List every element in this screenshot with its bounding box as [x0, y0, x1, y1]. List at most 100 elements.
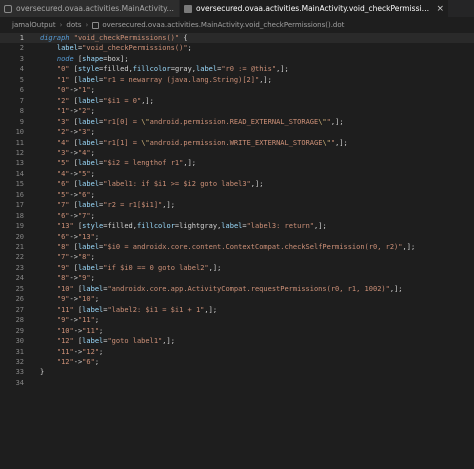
code-text: digraph "void_checkPermissions()" {	[40, 34, 188, 42]
code-line[interactable]: 15 "6" [label="label1: if $i1 >= $i2 got…	[0, 179, 474, 189]
code-line[interactable]: 32 "12"->"6";	[0, 357, 474, 367]
line-number: 14	[15, 169, 24, 178]
code-line[interactable]: 8 "1"->"2";	[0, 106, 474, 116]
line-number: 8	[19, 107, 24, 116]
editor-window: oversecured.ovaa.activities.MainActivity…	[0, 0, 474, 469]
line-number: 15	[15, 180, 24, 189]
code-line[interactable]: 10 "2"->"3";	[0, 127, 474, 137]
breadcrumb-item-file[interactable]: oversecured.ovaa.activities.MainActivity…	[102, 21, 344, 29]
code-line[interactable]: 13 "5" [label="$i2 = lengthof r1",];	[0, 158, 474, 168]
line-number: 24	[15, 274, 24, 283]
code-text: "3" [label="r1[0] = \"android.permission…	[56, 117, 344, 126]
code-text: }	[40, 368, 45, 377]
code-line[interactable]: 23 "9" [label="if $i0 == 0 goto label2",…	[0, 263, 474, 273]
code-line[interactable]: 24 "8"->"9";	[0, 273, 474, 283]
chevron-right-icon: ›	[59, 21, 63, 29]
code-line[interactable]: 11 "4" [label="r1[1] = \"android.permiss…	[0, 138, 474, 148]
code-line[interactable]: 26 "9"->"10";	[0, 294, 474, 304]
code-line[interactable]: 2 label="void_checkPermissions()";	[0, 43, 474, 53]
code-line[interactable]: 6 "0"->"1";	[0, 85, 474, 95]
code-line[interactable]: 31 "11"->"12";	[0, 347, 474, 357]
code-text: "1"->"2";	[56, 107, 95, 116]
code-text: "6" [label="label1: if $i1 >= $i2 goto l…	[56, 180, 264, 189]
code-line[interactable]: 1 digraph "void_checkPermissions()" {	[0, 33, 474, 43]
line-number: 33	[15, 368, 24, 377]
code-text: "5"->"6";	[56, 190, 95, 199]
code-line[interactable]: 25 "10" [label="androidx.core.app.Activi…	[0, 284, 474, 294]
line-number: 17	[15, 201, 24, 210]
code-text: "4" [label="r1[1] = \"android.permission…	[56, 138, 348, 147]
breadcrumb: jamalOutput › dots › oversecured.ovaa.ac…	[0, 19, 474, 31]
line-number: 19	[15, 222, 24, 231]
tab-bar-empty	[448, 0, 474, 17]
line-number: 5	[19, 75, 24, 84]
line-number: 1	[19, 34, 24, 42]
code-line[interactable]: 9 "3" [label="r1[0] = \"android.permissi…	[0, 117, 474, 127]
line-number: 16	[15, 190, 24, 199]
line-number: 34	[15, 378, 24, 387]
line-number: 29	[15, 326, 24, 335]
line-number: 31	[15, 347, 24, 356]
code-text: "0" [style=filled,fillcolor=gray,label="…	[56, 65, 289, 74]
breadcrumb-item-dots[interactable]: dots	[66, 21, 81, 29]
code-line[interactable]: 20 "6"->"13";	[0, 232, 474, 242]
line-number: 12	[15, 148, 24, 157]
code-editor[interactable]: 1 digraph "void_checkPermissions()" {2 la…	[0, 33, 474, 469]
code-text: "3"->"4";	[56, 148, 95, 157]
tab-dot-file[interactable]: oversecured.ovaa.activities.MainActivity…	[180, 0, 448, 17]
code-text: "8"->"9";	[56, 274, 95, 283]
code-line[interactable]: 28 "9"->"11";	[0, 315, 474, 325]
code-line[interactable]: 5 "1" [label="r1 = newarray (java.lang.S…	[0, 75, 474, 85]
code-line[interactable]: 3 node [shape=box];	[0, 54, 474, 64]
line-number: 30	[15, 337, 24, 346]
code-line[interactable]: 17 "7" [label="r2 = r1[$i1]",];	[0, 200, 474, 210]
code-line[interactable]: 12 "3"->"4";	[0, 148, 474, 158]
code-line[interactable]: 7 "2" [label="$i1 = 0",];	[0, 96, 474, 106]
tab-grimple-file[interactable]: oversecured.ovaa.activities.MainActivity…	[0, 0, 180, 17]
tab-label: oversecured.ovaa.activities.MainActivity…	[16, 4, 175, 13]
line-number: 6	[19, 86, 24, 95]
document-icon	[184, 4, 192, 13]
code-line[interactable]: 18 "6"->"7";	[0, 211, 474, 221]
line-number: 23	[15, 263, 24, 272]
code-line[interactable]: 21 "8" [label="$i0 = androidx.core.conte…	[0, 242, 474, 252]
line-number: 18	[15, 211, 24, 220]
code-line[interactable]: 4 "0" [style=filled,fillcolor=gray,label…	[0, 64, 474, 74]
code-text: "6"->"13";	[56, 232, 100, 241]
code-text: "4"->"5";	[56, 169, 95, 178]
code-text: node [shape=box];	[56, 54, 129, 63]
code-text: "7" [label="r2 = r1[$i1]",];	[56, 201, 175, 210]
line-number: 11	[15, 138, 24, 147]
code-text: "9"->"11";	[56, 316, 100, 325]
line-number: 9	[19, 117, 24, 126]
chevron-right-icon: ›	[85, 21, 89, 29]
line-number: 20	[15, 232, 24, 241]
code-text: "10"->"11";	[56, 326, 104, 335]
code-line[interactable]: 14 "4"->"5";	[0, 169, 474, 179]
code-line[interactable]: 34	[0, 378, 474, 388]
line-number: 4	[19, 65, 24, 74]
line-number: 2	[19, 44, 24, 53]
code-line[interactable]: 33}	[0, 367, 474, 377]
code-line[interactable]: 16 "5"->"6";	[0, 190, 474, 200]
code-line[interactable]: 30 "12" [label="goto label1",];	[0, 336, 474, 346]
tab-bar: oversecured.ovaa.activities.MainActivity…	[0, 0, 474, 17]
close-icon[interactable]: ×	[436, 4, 444, 14]
line-number: 3	[19, 54, 24, 63]
code-line[interactable]: 22 "7"->"8";	[0, 252, 474, 262]
line-number: 32	[15, 357, 24, 366]
breadcrumb-item-jamaloutput[interactable]: jamalOutput	[12, 21, 56, 29]
code-text: label="void_checkPermissions()";	[56, 44, 192, 53]
code-line[interactable]: 19 "13" [style=filled,fillcolor=lightgra…	[0, 221, 474, 231]
code-line[interactable]: 27 "11" [label="label2: $i1 = $i1 + 1",]…	[0, 305, 474, 315]
line-number: 25	[15, 284, 24, 293]
code-text: "10" [label="androidx.core.app.ActivityC…	[56, 284, 403, 293]
code-text: "11" [label="label2: $i1 = $i1 + 1",];	[56, 305, 218, 314]
code-text: "7"->"8";	[56, 253, 95, 262]
line-number: 28	[15, 316, 24, 325]
code-line[interactable]: 29 "10"->"11";	[0, 326, 474, 336]
code-text: "11"->"12";	[56, 347, 104, 356]
line-number: 10	[15, 128, 24, 137]
file-icon	[4, 4, 12, 13]
file-icon	[92, 21, 100, 29]
